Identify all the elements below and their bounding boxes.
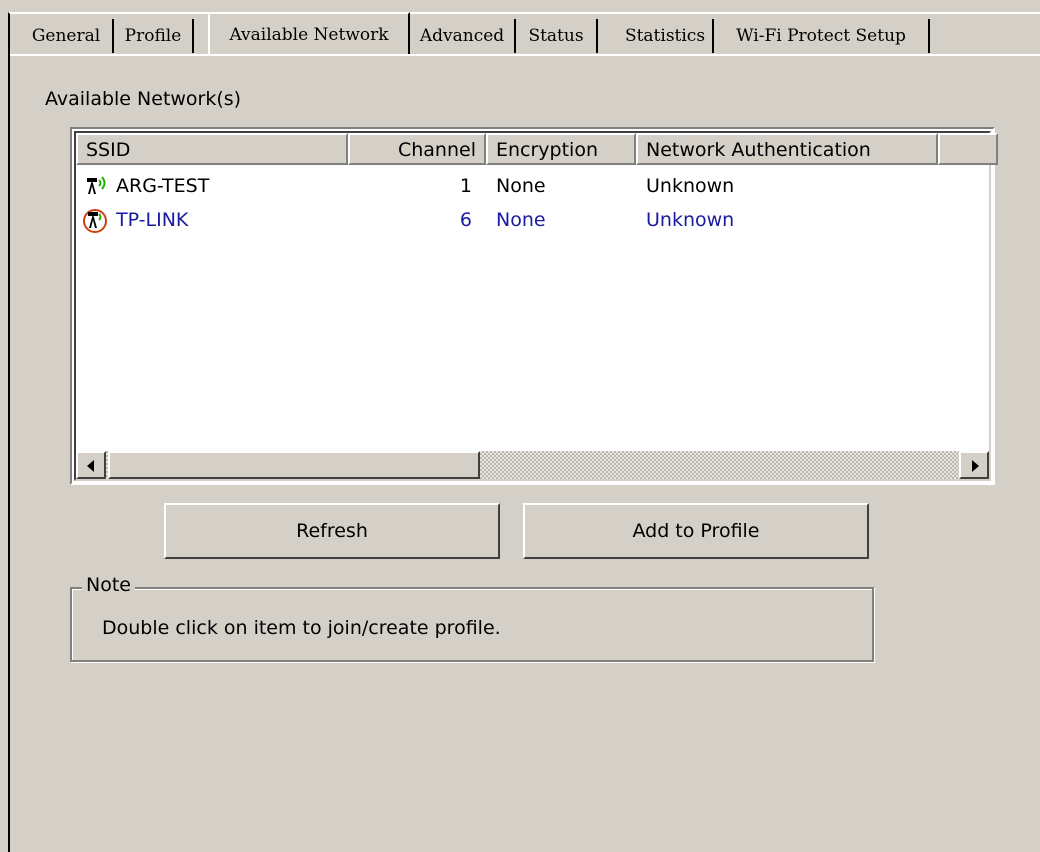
network-list-viewport: SSID Channel Encryption Network Authenti…	[74, 131, 998, 481]
column-header-channel[interactable]: Channel	[348, 133, 486, 165]
encryption-cell: None	[496, 209, 546, 231]
tabs-baseline	[10, 54, 1040, 56]
auth-cell: Unknown	[646, 209, 735, 231]
table-row[interactable]: ARG-TEST 1 None Unknown	[76, 169, 989, 203]
network-list[interactable]: SSID Channel Encryption Network Authenti…	[70, 127, 998, 485]
column-header-network-authentication[interactable]: Network Authentication	[636, 133, 938, 165]
wifi-signal-icon	[87, 176, 106, 194]
horizontal-scrollbar[interactable]	[76, 451, 989, 479]
arrow-right-icon	[972, 460, 979, 472]
scrollbar-thumb[interactable]	[108, 451, 480, 479]
ssid-cell: TP-LINK	[116, 209, 189, 231]
table-row[interactable]: TP-LINK 6 None Unknown	[76, 203, 989, 237]
tab-available-network[interactable]: Available Network	[208, 12, 410, 56]
channel-cell: 1	[459, 175, 472, 197]
encryption-cell: None	[496, 175, 546, 197]
ssid-cell: ARG-TEST	[116, 175, 210, 197]
section-title: Available Network(s)	[45, 88, 242, 110]
tab-wifi-protect-setup[interactable]: Wi-Fi Protect Setup	[714, 19, 930, 53]
add-to-profile-button[interactable]: Add to Profile	[523, 503, 869, 559]
column-header-ssid[interactable]: SSID	[76, 133, 348, 165]
wifi-signal-connected-icon	[83, 209, 107, 233]
column-header-encryption[interactable]: Encryption	[486, 133, 636, 165]
tab-status[interactable]: Status	[516, 19, 598, 53]
tab-statistics[interactable]: Statistics	[618, 19, 714, 53]
tab-advanced[interactable]: Advanced	[410, 19, 516, 53]
refresh-button[interactable]: Refresh	[164, 503, 500, 559]
channel-cell: 6	[459, 209, 472, 231]
note-text: Double click on item to join/create prof…	[102, 617, 501, 639]
note-legend: Note	[82, 574, 135, 596]
column-header-blank	[938, 133, 998, 165]
auth-cell: Unknown	[646, 175, 735, 197]
tab-general[interactable]: General	[20, 19, 114, 53]
scroll-right-button[interactable]	[959, 451, 989, 479]
column-header-row: SSID Channel Encryption Network Authenti…	[76, 133, 998, 165]
arrow-left-icon	[87, 460, 94, 472]
tab-profile[interactable]: Profile	[114, 19, 194, 53]
scroll-left-button[interactable]	[76, 451, 106, 479]
